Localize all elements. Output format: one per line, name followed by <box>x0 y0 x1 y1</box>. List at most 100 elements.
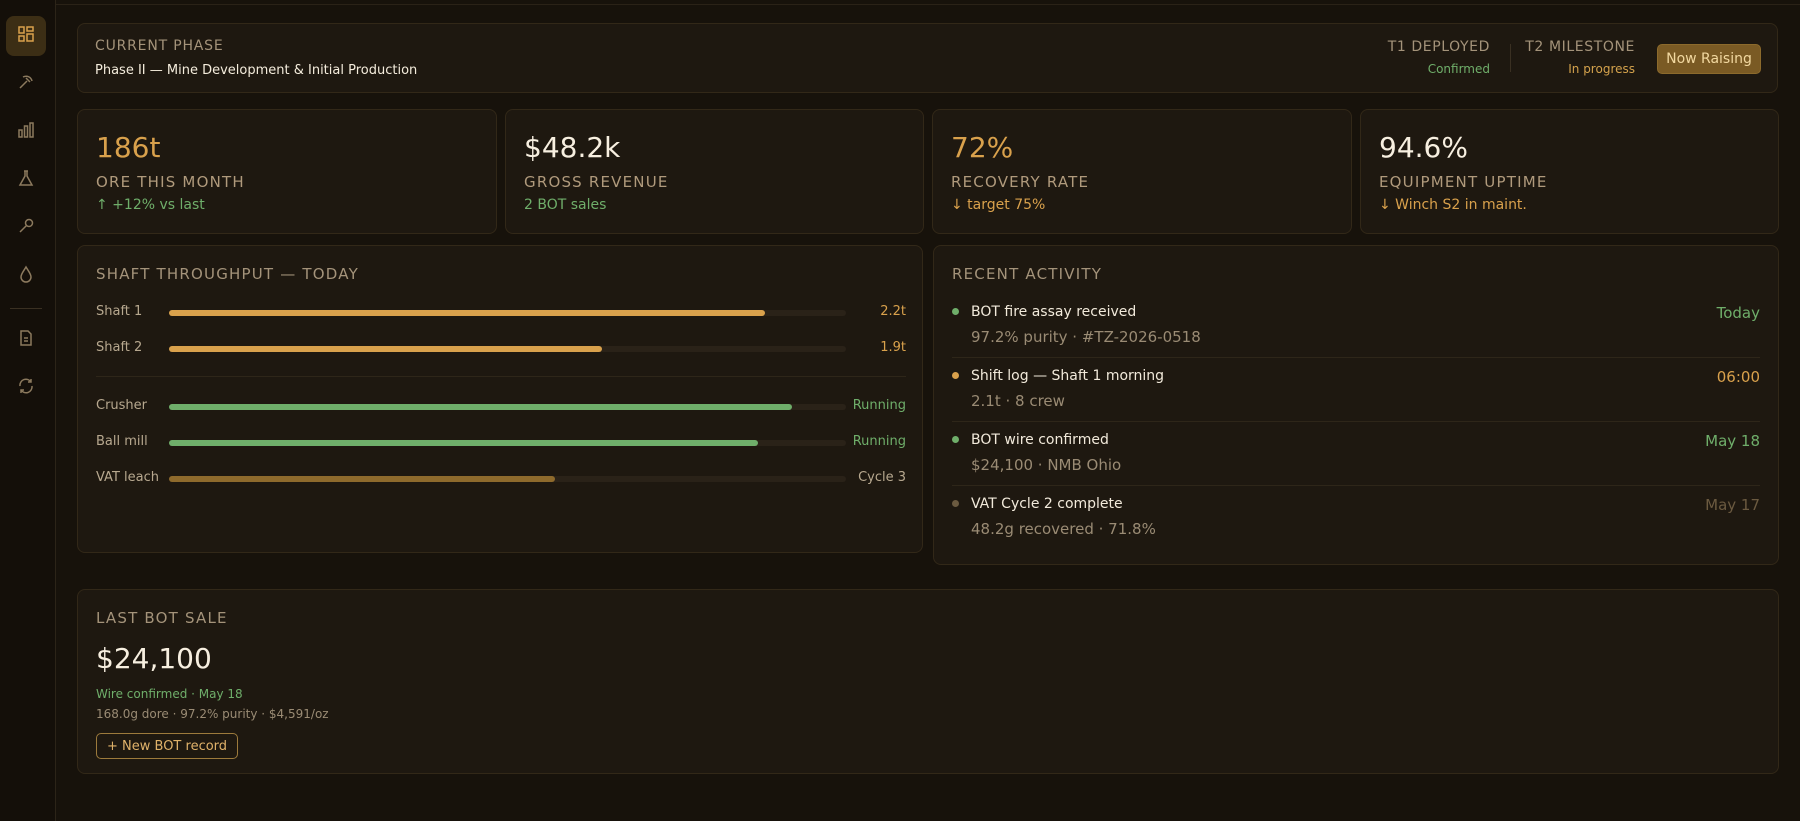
activity-item[interactable]: VAT Cycle 2 complete 48.2g recovered · 7… <box>952 496 1760 560</box>
refresh-icon <box>17 377 35 399</box>
milestone-divider <box>1510 44 1511 72</box>
throughput-title: SHAFT THROUGHPUT — TODAY <box>96 265 359 283</box>
stat-card-recovery: 72% RECOVERY RATE ↓ target 75% <box>932 109 1352 234</box>
last-sale-title: LAST BOT SALE <box>96 609 228 627</box>
nav-equipment[interactable] <box>6 208 46 248</box>
stat-card-revenue: $48.2k GROSS REVENUE 2 BOT sales <box>505 109 924 234</box>
activity-time: May 18 <box>1705 432 1760 450</box>
activity-title-text: BOT fire assay received <box>971 304 1137 320</box>
milestone-t2: T2 MILESTONE In progress <box>1525 39 1635 76</box>
stat-value: $48.2k <box>524 131 621 164</box>
status-dot <box>952 372 959 379</box>
sale-confirmation: Wire confirmed · May 18 <box>96 687 243 701</box>
bar-fill <box>169 440 758 446</box>
status-dot <box>952 500 959 507</box>
phase-card: CURRENT PHASE Phase II — Mine Developmen… <box>77 23 1778 93</box>
nav-analytics[interactable] <box>6 112 46 152</box>
throughput-row: Ball mill Running <box>96 434 906 450</box>
bar-track <box>169 476 846 482</box>
now-raising-button[interactable]: Now Raising <box>1657 44 1761 74</box>
stat-value: 94.6% <box>1379 131 1468 164</box>
bar-value: 1.9t <box>880 340 906 355</box>
status-dot <box>952 436 959 443</box>
activity-title: RECENT ACTIVITY <box>952 265 1103 283</box>
status-dot <box>952 308 959 315</box>
stat-label: ORE THIS MONTH <box>96 173 245 191</box>
throughput-row: Crusher Running <box>96 398 906 414</box>
stat-card-uptime: 94.6% EQUIPMENT UPTIME ↓ Winch S2 in mai… <box>1360 109 1779 234</box>
throughput-row: Shaft 1 2.2t <box>96 304 906 320</box>
sale-amount: $24,100 <box>96 642 212 675</box>
nav-assay[interactable] <box>6 160 46 200</box>
stat-label: GROSS REVENUE <box>524 173 669 191</box>
last-sale-card: LAST BOT SALE $24,100 Wire confirmed · M… <box>77 589 1779 774</box>
dashboard-icon <box>17 25 35 47</box>
milestone-t1: T1 DEPLOYED Confirmed <box>1388 39 1490 76</box>
activity-detail: 97.2% purity · #TZ-2026-0518 <box>971 328 1201 346</box>
bar-label: Shaft 2 <box>96 340 143 355</box>
sidebar-divider <box>10 308 42 309</box>
flask-icon <box>17 169 35 191</box>
milestone-t2-label: T2 MILESTONE <box>1525 39 1635 55</box>
stat-delta: ↓ target 75% <box>951 197 1046 213</box>
bar-label: Crusher <box>96 398 148 413</box>
new-bot-record-button[interactable]: + New BOT record <box>96 733 239 759</box>
stat-value: 186t <box>96 131 161 164</box>
bar-value: 2.2t <box>880 304 906 319</box>
stat-value: 72% <box>951 131 1014 164</box>
document-icon <box>17 329 35 351</box>
bar-fill <box>169 310 765 316</box>
activity-time: 06:00 <box>1716 368 1760 386</box>
throughput-row: VAT leach Cycle 3 <box>96 470 906 486</box>
bar-fill <box>169 476 555 482</box>
activity-title-text: BOT wire confirmed <box>971 432 1109 448</box>
phase-subtitle: Phase II — Mine Development & Initial Pr… <box>95 63 418 78</box>
wrench-icon <box>17 217 35 239</box>
stat-label: EQUIPMENT UPTIME <box>1379 173 1548 191</box>
stat-card-ore: 186t ORE THIS MONTH ↑ +12% vs last <box>77 109 497 234</box>
activity-time: Today <box>1716 304 1760 322</box>
bar-fill <box>169 404 792 410</box>
activity-detail: $24,100 · NMB Ohio <box>971 456 1122 474</box>
nav-sync[interactable] <box>6 368 46 408</box>
bar-track <box>169 346 846 352</box>
activity-detail: 48.2g recovered · 71.8% <box>971 520 1156 538</box>
throughput-card: SHAFT THROUGHPUT — TODAY Shaft 1 2.2t Sh… <box>77 245 923 553</box>
nav-documents[interactable] <box>6 320 46 360</box>
nav-dashboard[interactable] <box>6 16 46 56</box>
activity-title-text: Shift log — Shaft 1 morning <box>971 368 1165 384</box>
milestone-t1-status: Confirmed <box>1427 62 1490 76</box>
stat-delta: ↓ Winch S2 in maint. <box>1379 197 1527 213</box>
phase-title: CURRENT PHASE <box>95 38 224 54</box>
milestone-t2-status: In progress <box>1568 62 1635 76</box>
bar-value: Cycle 3 <box>858 470 906 485</box>
bar-label: Shaft 1 <box>96 304 143 319</box>
activity-item[interactable]: BOT wire confirmed $24,100 · NMB Ohio Ma… <box>952 432 1760 496</box>
pickaxe-icon <box>17 73 35 95</box>
stat-label: RECOVERY RATE <box>951 173 1090 191</box>
bar-chart-icon <box>17 121 35 143</box>
sale-detail: 168.0g dore · 97.2% purity · $4,591/oz <box>96 707 329 721</box>
activity-divider <box>952 357 1760 358</box>
nav-leach[interactable] <box>6 256 46 296</box>
activity-item[interactable]: BOT fire assay received 97.2% purity · #… <box>952 304 1760 368</box>
droplet-icon <box>17 265 35 287</box>
milestone-t1-label: T1 DEPLOYED <box>1387 39 1490 55</box>
bar-label: Ball mill <box>96 434 148 449</box>
activity-detail: 2.1t · 8 crew <box>971 392 1065 410</box>
bar-track <box>169 404 846 410</box>
activity-title-text: VAT Cycle 2 complete <box>971 496 1123 512</box>
bar-track <box>169 440 846 446</box>
bar-value: Running <box>852 398 906 413</box>
bar-label: VAT leach <box>96 470 159 485</box>
activity-card: RECENT ACTIVITY BOT fire assay received … <box>933 245 1779 565</box>
bar-track <box>169 310 846 316</box>
top-divider <box>56 4 1800 5</box>
nav-mining[interactable] <box>6 64 46 104</box>
activity-item[interactable]: Shift log — Shaft 1 morning 2.1t · 8 cre… <box>952 368 1760 432</box>
activity-divider <box>952 421 1760 422</box>
stat-delta: ↑ +12% vs last <box>96 197 205 213</box>
bar-fill <box>169 346 603 352</box>
stat-delta: 2 BOT sales <box>524 197 607 213</box>
bar-value: Running <box>852 434 906 449</box>
